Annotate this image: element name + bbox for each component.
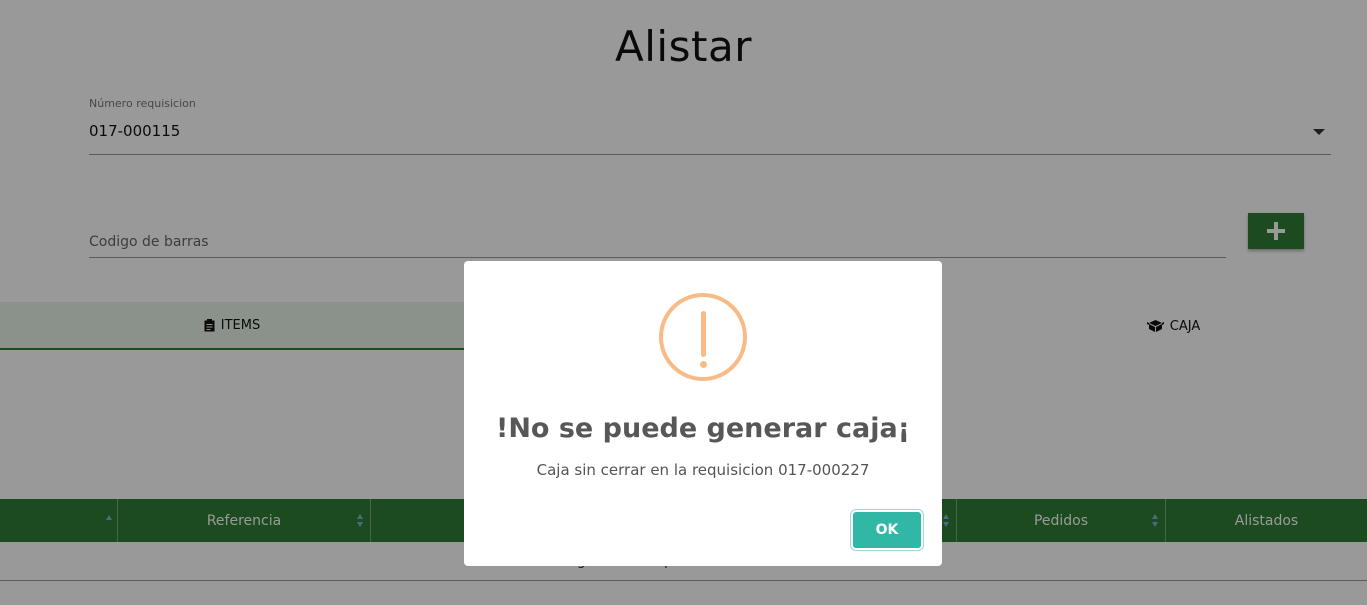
ok-button[interactable]: OK — [853, 512, 921, 548]
warning-icon — [659, 293, 747, 381]
alert-modal: !No se puede generar caja¡ Caja sin cerr… — [464, 261, 942, 566]
modal-message: Caja sin cerrar en la requisicion 017-00… — [536, 461, 870, 479]
modal-title: !No se puede generar caja¡ — [496, 413, 910, 444]
